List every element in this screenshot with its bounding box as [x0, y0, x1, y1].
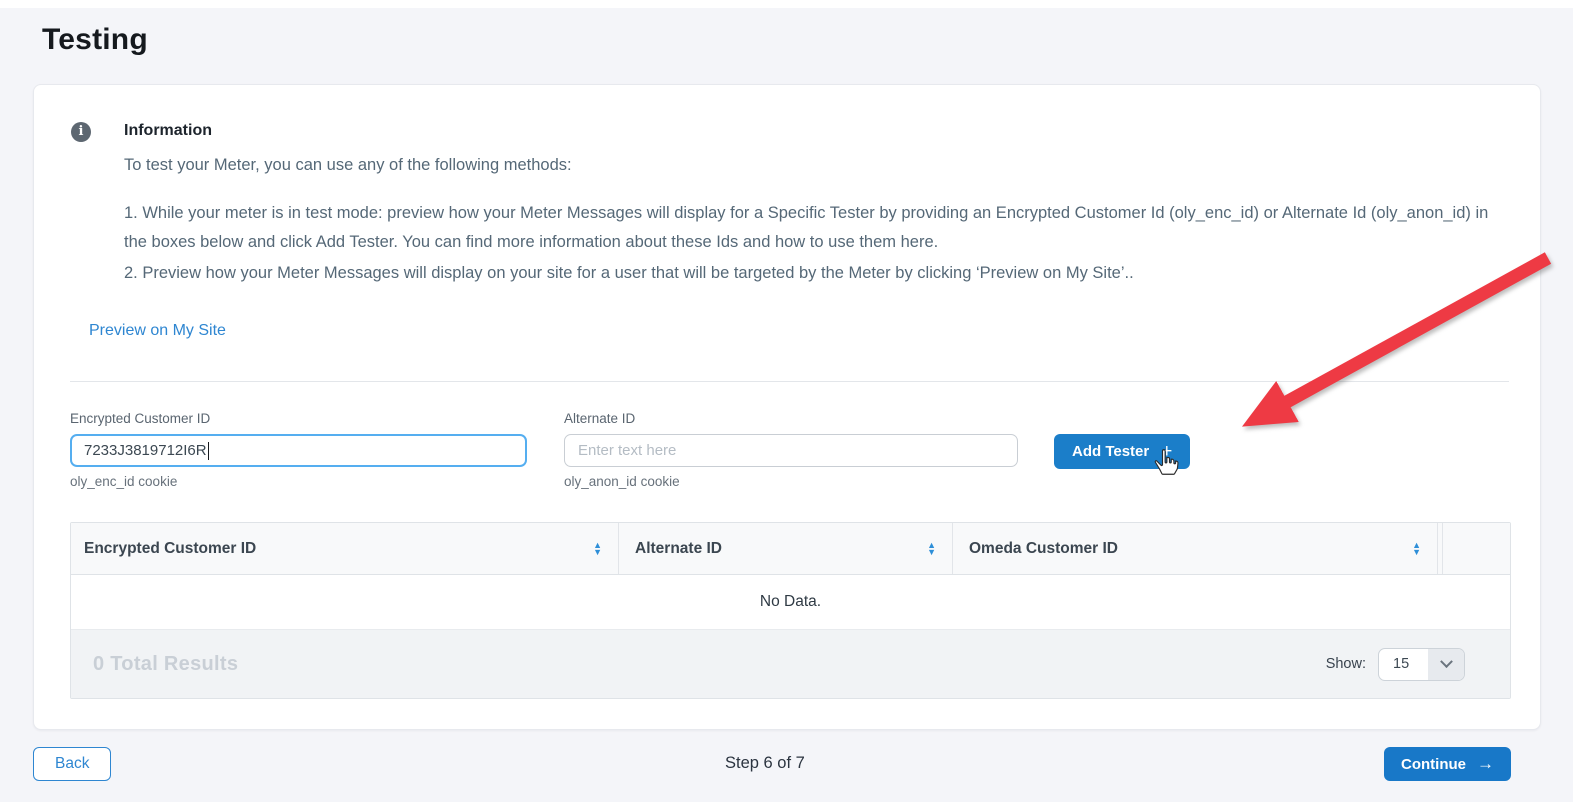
sort-icon[interactable]: ▲ ▼: [1412, 542, 1421, 556]
encrypted-customer-id-value: 7233J3819712I6R: [84, 442, 207, 459]
testers-table: Encrypted Customer ID ▲ ▼ Alternate ID ▲…: [70, 522, 1511, 699]
continue-button[interactable]: Continue →: [1384, 747, 1511, 781]
information-intro: To test your Meter, you can use any of t…: [124, 153, 1496, 177]
column-header-encrypted-customer-id[interactable]: Encrypted Customer ID ▲ ▼: [71, 523, 619, 574]
arrow-right-icon: →: [1477, 754, 1494, 774]
information-content: Information To test your Meter, you can …: [124, 121, 1496, 285]
encrypted-customer-id-input[interactable]: 7233J3819712I6R: [70, 434, 527, 467]
page-size-value: 15: [1379, 656, 1428, 672]
page-title: Testing: [42, 21, 1573, 59]
chevron-down-icon: [1428, 649, 1464, 680]
page-size-control: Show: 15: [1326, 648, 1465, 681]
encrypted-customer-id-label: Encrypted Customer ID: [70, 410, 527, 428]
sort-down-icon: ▼: [1412, 549, 1421, 556]
plus-icon: +: [1161, 442, 1172, 461]
information-method-2: 2. Preview how your Meter Messages will …: [124, 261, 1496, 285]
alternate-id-field-group: Alternate ID oly_anon_id cookie: [564, 410, 1018, 490]
information-section: i Information To test your Meter, you ca…: [34, 85, 1540, 285]
add-tester-button-label: Add Tester: [1072, 443, 1149, 460]
testers-table-header: Encrypted Customer ID ▲ ▼ Alternate ID ▲…: [71, 523, 1510, 575]
table-empty-row: No Data.: [71, 575, 1510, 630]
total-results-label: 0 Total Results: [93, 653, 238, 676]
column-header-label: Encrypted Customer ID: [84, 540, 256, 558]
preview-on-my-site-link[interactable]: Preview on My Site: [89, 321, 226, 341]
info-icon: i: [71, 122, 91, 142]
alternate-id-label: Alternate ID: [564, 410, 1018, 428]
add-tester-button[interactable]: Add Tester +: [1054, 434, 1190, 469]
column-header-actions: [1442, 523, 1510, 574]
column-header-alternate-id[interactable]: Alternate ID ▲ ▼: [619, 523, 953, 574]
column-header-label: Alternate ID: [635, 540, 722, 558]
sort-icon[interactable]: ▲ ▼: [927, 542, 936, 556]
page-size-select[interactable]: 15: [1378, 648, 1465, 681]
text-caret: [208, 442, 210, 460]
encrypted-customer-id-field-group: Encrypted Customer ID 7233J3819712I6R ol…: [70, 410, 527, 490]
sort-down-icon: ▼: [593, 549, 602, 556]
section-divider: [70, 381, 1509, 382]
alternate-id-help: oly_anon_id cookie: [564, 474, 1018, 490]
testing-card: i Information To test your Meter, you ca…: [33, 84, 1541, 730]
information-heading: Information: [124, 121, 1496, 141]
information-method-1: 1. While your meter is in test mode: pre…: [124, 199, 1496, 257]
back-button[interactable]: Back: [33, 747, 111, 781]
wizard-footer: Back Step 6 of 7 Continue →: [0, 747, 1573, 781]
sort-down-icon: ▼: [927, 549, 936, 556]
continue-button-label: Continue: [1401, 756, 1466, 773]
alternate-id-input[interactable]: [564, 434, 1018, 467]
sort-icon[interactable]: ▲ ▼: [593, 542, 602, 556]
column-header-omeda-customer-id[interactable]: Omeda Customer ID ▲ ▼: [953, 523, 1438, 574]
add-tester-form: Encrypted Customer ID 7233J3819712I6R ol…: [70, 410, 1540, 490]
encrypted-customer-id-help: oly_enc_id cookie: [70, 474, 527, 490]
testers-table-footer: 0 Total Results Show: 15: [71, 630, 1510, 698]
step-indicator: Step 6 of 7: [725, 754, 805, 773]
show-label: Show:: [1326, 656, 1366, 672]
top-strip: [0, 0, 1573, 8]
column-header-label: Omeda Customer ID: [969, 540, 1118, 558]
